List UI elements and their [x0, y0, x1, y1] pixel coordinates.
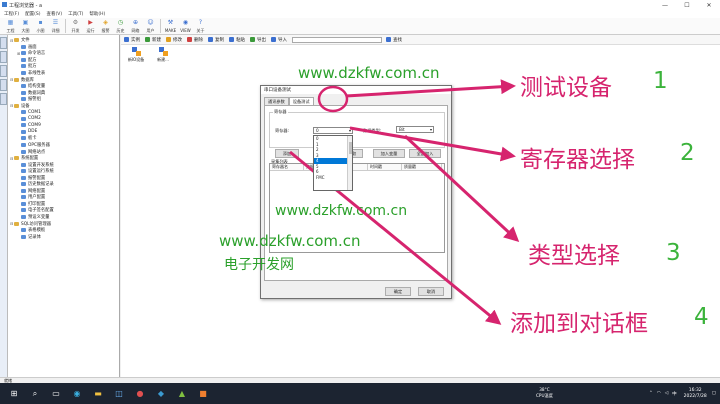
highlight-circle [317, 85, 349, 113]
arrow-3 [403, 134, 520, 243]
dropdown-scrollbar[interactable] [347, 136, 352, 190]
annotation-4-number: 4 [694, 304, 709, 330]
scroll-thumb[interactable] [349, 142, 352, 154]
annotation-2-text: 寄存器选择 [520, 147, 635, 173]
annotation-4-text: 添加到对话框 [510, 311, 648, 337]
annotation-arrows [289, 79, 520, 325]
arrow-2 [349, 126, 516, 162]
annotation-3-text: 类型选择 [528, 243, 620, 269]
annotation-1-number: 1 [653, 68, 668, 94]
annotation-3-number: 3 [666, 240, 681, 266]
arrow-1 [345, 79, 516, 98]
annotation-1-text: 测试设备 [520, 75, 612, 101]
register-dropdown-list: 0 1 2 3 4 5 6 FMC [313, 135, 353, 191]
annotation-2-number: 2 [680, 140, 695, 166]
